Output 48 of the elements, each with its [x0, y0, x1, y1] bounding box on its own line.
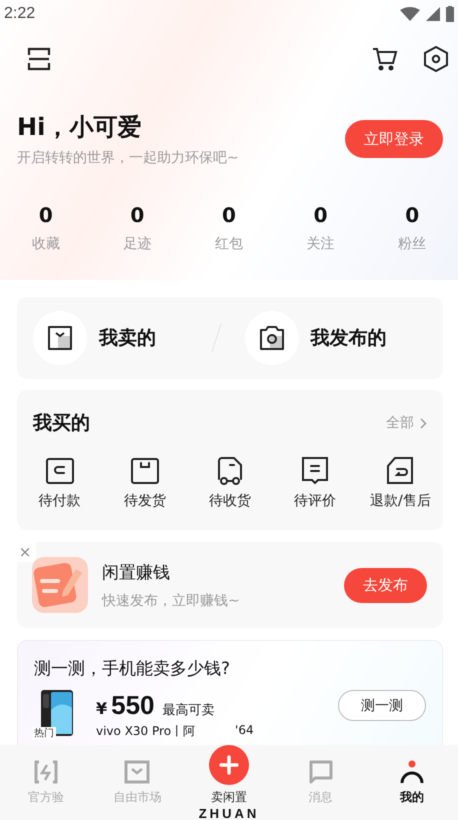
signal-icon [426, 7, 440, 21]
wallet-icon[interactable] [44, 456, 75, 486]
price-note: 最高可卖 [162, 702, 215, 719]
cart-icon[interactable] [372, 47, 398, 71]
login-button[interactable]: 立即登录 [345, 120, 443, 158]
valuation-title: 测一测，手机能卖多少钱? [34, 659, 230, 679]
person-icon[interactable] [399, 759, 426, 785]
stat-count[interactable]: 0 [222, 203, 236, 227]
estimate-button[interactable]: 测一测 [338, 690, 426, 721]
comment-icon[interactable] [300, 456, 330, 486]
phone-model: vivo X30 Pro丨阿 [96, 723, 196, 740]
stat-count[interactable]: 0 [405, 203, 420, 227]
nav-item[interactable]: 卖闲置 [210, 789, 247, 806]
scan-icon[interactable] [27, 47, 51, 71]
greeting-title: Hi，小可爱 [17, 112, 142, 143]
truck-icon[interactable] [215, 456, 245, 486]
nav-item[interactable]: 我的 [400, 789, 424, 806]
status-time: 2:22 [4, 5, 36, 23]
hot-tag: 热门 [32, 727, 56, 740]
stat-count[interactable]: 0 [130, 203, 144, 227]
price-value: 550 [111, 690, 155, 721]
note-pencil-icon [32, 557, 88, 613]
close-button[interactable]: × [14, 542, 36, 562]
stat-count[interactable]: 0 [38, 203, 53, 227]
shortcut-label[interactable]: 我卖的 [99, 325, 156, 351]
order-label[interactable]: 待评价 [294, 492, 336, 510]
order-label[interactable]: 待发货 [124, 492, 166, 510]
battery-icon [446, 6, 454, 22]
currency-symbol: ¥ [96, 699, 108, 718]
order-label[interactable]: 退款/售后 [370, 492, 431, 510]
camera-icon[interactable] [258, 324, 286, 352]
package-icon[interactable] [130, 456, 160, 486]
promo-subtitle: 快速发布，立即赚钱~ [102, 592, 241, 610]
bag-icon[interactable] [46, 324, 74, 352]
greeting-subtitle: 开启转转的世界，一起助力环保吧~ [17, 149, 239, 167]
publish-button[interactable]: 去发布 [344, 568, 427, 602]
order-label[interactable]: 待收货 [209, 492, 251, 510]
settings-icon[interactable] [424, 46, 448, 72]
return-icon[interactable] [385, 456, 416, 486]
phone-spec: '64 [235, 723, 254, 739]
orders-title: 我买的 [33, 411, 90, 436]
chevron-icon [420, 418, 427, 428]
promo-title: 闲置赚钱 [102, 562, 171, 584]
stat-count[interactable]: 0 [314, 203, 328, 227]
order-label[interactable]: 待付款 [38, 492, 81, 510]
wifi-icon [400, 7, 420, 21]
shortcut-label[interactable]: 我发布的 [310, 325, 386, 351]
brand-logo: ZHUAN [198, 807, 260, 820]
